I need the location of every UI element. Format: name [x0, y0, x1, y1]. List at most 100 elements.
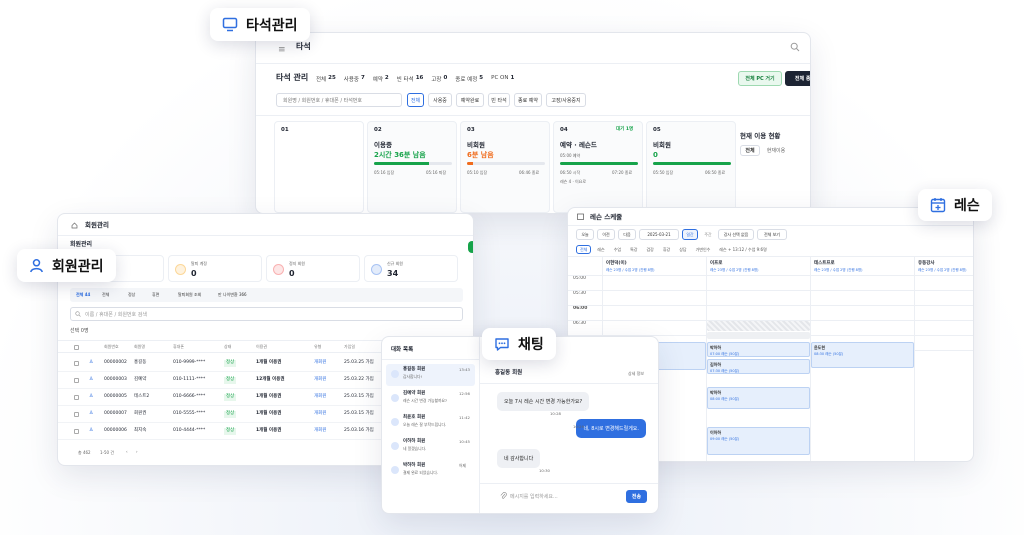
end-time: 05:16 퇴장 [426, 170, 447, 175]
row-checkbox[interactable] [74, 429, 79, 434]
seat-card[interactable]: 03 비회원 6분 남음 05:10 입장 06:46 종료 [460, 121, 550, 213]
chat-bubble-icon [495, 337, 509, 351]
lesson-tab-8[interactable]: 레슨 + 13:12 / 수업 9:6명 [716, 245, 770, 254]
seat-stat: 종료 예정 5 [455, 75, 483, 83]
seat-card[interactable]: 01 [274, 121, 364, 213]
all-pc-off-button[interactable]: 전체 PC 거기 [738, 71, 782, 86]
member-filter-3[interactable]: 휴면 [152, 293, 159, 297]
lesson-event[interactable]: 윤도현 08:30 레슨 (50분) [811, 342, 914, 368]
seat-card[interactable]: 04 대기 1명 예약 · 레슨드 05:00 예약 06:50 시작 07:20 종료 레… [553, 121, 643, 213]
progress-bar [560, 162, 638, 165]
lesson-toolbar-4[interactable]: 일간 [682, 229, 698, 240]
hamburger-icon[interactable]: ≡ [278, 45, 286, 55]
lesson-toolbar-5[interactable]: 주간 [701, 229, 715, 240]
seat-stat-label: 전체 [316, 77, 327, 83]
cell: 개회원 [314, 360, 327, 365]
lesson-event[interactable]: 박하하 08:00 레슨 (50분) [707, 387, 810, 409]
lesson-label: 레슨 [918, 189, 992, 221]
row-checkbox[interactable] [74, 412, 79, 417]
lesson-toolbar-7[interactable]: 전체 보기 [757, 229, 787, 240]
chat-list-item[interactable]: 홍길동 회원 감사합니다! 13:43 [386, 364, 475, 386]
user-icon: ♙ [89, 410, 94, 416]
chat-time: 10:45 [459, 439, 470, 444]
lesson-toolbar-0[interactable]: 오늘 [576, 229, 594, 240]
lesson-toolbar: 오늘 이전 다음 2025-03-21 일간 주간 강사 선택 없음 전체 보기 [576, 229, 787, 240]
seat-filter-group: 전체 사용중 예약완료 빈 타석 종료 예약 고장/사용중지 [407, 93, 586, 107]
seat-stat: 전체 25 [316, 75, 336, 83]
room-detail-link[interactable]: 상세 정보 [628, 372, 644, 376]
lesson-tab-0[interactable]: 전체 [576, 245, 592, 254]
member-filter-5[interactable]: 만 나이변환 366 [218, 293, 247, 297]
seat-status: 비회원 [653, 141, 671, 149]
seat-filter-2[interactable]: 예약완료 [456, 93, 484, 107]
side-tab-all[interactable]: 전체 [740, 145, 760, 156]
lesson-tab-2[interactable]: 수업 [610, 245, 625, 254]
member-stat-label: 정지 회원 [289, 261, 305, 266]
progress-bar [467, 162, 545, 165]
lesson-tab-1[interactable]: 레슨 [594, 245, 608, 254]
instructor-name: 이프로 [710, 261, 723, 266]
lesson-toolbar-3[interactable]: 2025-03-21 [639, 229, 679, 240]
seat-stat: PC ON 1 [491, 75, 514, 83]
member-filter-2[interactable]: 정상 [128, 293, 135, 297]
row-checkbox[interactable] [74, 378, 79, 383]
lesson-tab-5[interactable]: 휴강 [659, 245, 674, 254]
lesson-toolbar-6[interactable]: 강사 선택 없음 [718, 229, 754, 240]
seat-filter-1[interactable]: 사용중 [428, 93, 452, 107]
cell: 개회원 [314, 377, 327, 382]
reservation-time: 05:00 예약 [560, 153, 581, 158]
lesson-event[interactable]: 김하하 07:30 레슨 (50분) [707, 359, 810, 374]
prev-page-button[interactable]: ‹ [126, 450, 128, 454]
lesson-toolbar-2[interactable]: 다음 [618, 229, 636, 240]
header-checkbox[interactable] [74, 345, 79, 350]
member-stat-icon [371, 264, 382, 275]
seat-card[interactable]: 02 이용중 2시간 36분 남음 05:16 입장 05:16 퇴장 [367, 121, 457, 213]
chat-list-item[interactable]: 박하하 회원 결제 완료 되었습니다. 어제 [386, 460, 475, 482]
seat-stat: 사용중 7 [344, 75, 365, 83]
seat-card[interactable]: 05 비회원 0 05:50 입장 06:50 종료 [646, 121, 736, 213]
member-filter-1[interactable]: 전체 [102, 293, 109, 297]
chat-list-item[interactable]: 최윤호 회원 오늘 레슨 잘 부탁드립니다. 11:42 [386, 412, 475, 434]
row-checkbox[interactable] [74, 361, 79, 366]
cell: 홍길동 [134, 360, 147, 365]
lesson-event[interactable]: 박하하 07:00 레슨 (50분) [707, 342, 810, 357]
next-page-button[interactable]: › [136, 450, 138, 454]
chat-time: 11:42 [459, 415, 470, 420]
seat-filter-5[interactable]: 고장/사용중지 [546, 93, 586, 107]
lesson-tab-3[interactable]: 특강 [627, 245, 641, 254]
lesson-tab-4[interactable]: 검강 [643, 245, 657, 254]
cell: 정상 [224, 428, 237, 435]
blocked-slot [707, 332, 810, 339]
start-time: 06:50 시작 [560, 170, 581, 175]
member-filter-0[interactable]: 전체 44 [76, 293, 90, 297]
seat-filter-4[interactable]: 종료 예약 [514, 93, 542, 107]
attach-icon[interactable] [500, 492, 507, 500]
member-filter-4[interactable]: 탈퇴회원 조회 [178, 293, 201, 297]
chat-name: 이하하 회원 [403, 439, 426, 444]
cell: 개회원 [314, 428, 327, 433]
home-icon [71, 222, 78, 229]
side-tab-current[interactable]: 현재이용 [762, 145, 790, 156]
lesson-toolbar-1[interactable]: 이전 [597, 229, 615, 240]
event-name: 이하하 [710, 430, 722, 435]
seat-filter-0[interactable]: 전체 [407, 93, 424, 107]
seat-stat-label: 종료 예정 [455, 77, 478, 83]
send-button[interactable]: 전송 [626, 490, 647, 503]
search-icon[interactable] [790, 42, 800, 52]
cell: 010-5555-**** [173, 411, 206, 416]
message-input[interactable]: 메시지를 입력하세요... [510, 489, 622, 503]
column-header: 휴대폰 [173, 344, 185, 349]
lesson-event[interactable]: 이하하 09:00 레슨 (50분) [707, 427, 810, 455]
lesson-tab-7[interactable]: 가변인수 [692, 245, 714, 254]
seat-search-input[interactable]: 회원명 / 회원번호 / 휴대폰 / 타석번호 [276, 93, 402, 107]
seat-filter-3[interactable]: 빈 타석 [488, 93, 510, 107]
chat-time: 13:43 [459, 367, 470, 372]
chat-list-item[interactable]: 이하하 회원 네 알겠습니다. 10:45 [386, 436, 475, 458]
member-search-input[interactable]: 이름 / 휴대폰 / 회원번호 검색 [70, 307, 463, 321]
lesson-tab-6[interactable]: 상담 [676, 245, 690, 254]
row-checkbox[interactable] [74, 395, 79, 400]
chat-list-item[interactable]: 김예약 회원 레슨 시간 변경 가능할까요? 12:56 [386, 388, 475, 410]
chat-name: 박하하 회원 [403, 463, 426, 468]
all-end-button[interactable]: 전체 종료 [785, 71, 810, 86]
seat-stat-value: 1 [510, 75, 515, 81]
